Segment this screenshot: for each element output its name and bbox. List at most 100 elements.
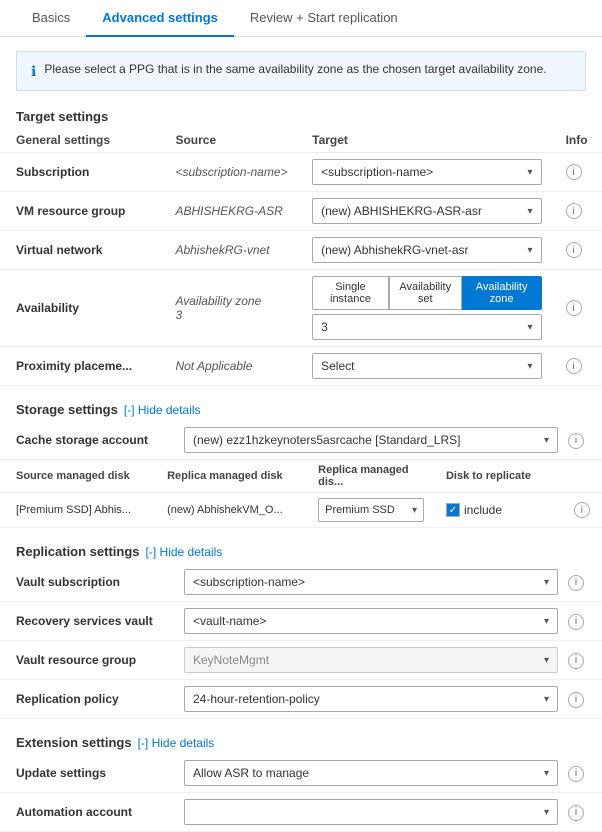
chevron-down-icon: ▾ xyxy=(412,505,417,516)
replication-policy-value: 24-hour-retention-policy xyxy=(193,692,320,706)
info-banner-text: Please select a PPG that is in the same … xyxy=(44,62,546,76)
proximity-value: Select xyxy=(321,359,354,373)
disk-row: [Premium SSD] Abhis... (new) AbhishekVM_… xyxy=(0,493,602,528)
zone-number-value: 3 xyxy=(321,320,328,334)
availability-source-num: 3 xyxy=(175,308,288,322)
table-row-subscription: Subscription <subscription-name> <subscr… xyxy=(0,153,602,192)
tab-basics[interactable]: Basics xyxy=(16,0,86,37)
replication-settings-section: Replication settings [-] Hide details xyxy=(0,536,602,563)
table-row-proximity: Proximity placeme... Not Applicable Sele… xyxy=(0,347,602,386)
table-row-virtual-network: Virtual network AbhishekRG-vnet (new) Ab… xyxy=(0,231,602,270)
disk-type-dropdown[interactable]: Premium SSD ▾ xyxy=(318,498,424,522)
storage-settings-section: Storage settings [-] Hide details xyxy=(0,394,602,421)
subscription-info-icon[interactable]: i xyxy=(566,164,582,180)
zone-number-dropdown[interactable]: 3 ▾ xyxy=(312,314,541,340)
update-settings-info-icon[interactable]: i xyxy=(568,766,584,782)
availability-zone-btn[interactable]: Availability zone xyxy=(462,276,542,310)
replication-policy-dropdown[interactable]: 24-hour-retention-policy ▾ xyxy=(184,686,558,712)
include-checkbox-row: include xyxy=(446,503,552,517)
vnet-dropdown[interactable]: (new) AbhishekRG-vnet-asr ▾ xyxy=(312,237,541,263)
update-settings-row: Update settings Allow ASR to manage ▾ i xyxy=(0,754,602,793)
include-checkbox[interactable] xyxy=(446,503,460,517)
vm-rg-dropdown[interactable]: (new) ABHISHEKRG-ASR-asr ▾ xyxy=(312,198,541,224)
proximity-source: Not Applicable xyxy=(175,359,252,373)
col-source-managed: Source managed disk xyxy=(0,460,151,493)
recovery-services-vault-row: Recovery services vault <vault-name> ▾ i xyxy=(0,602,602,641)
proximity-label: Proximity placeme... xyxy=(16,359,132,373)
subscription-label: Subscription xyxy=(16,165,89,179)
tab-bar: Basics Advanced settings Review + Start … xyxy=(0,0,602,37)
cache-storage-row: Cache storage account (new) ezz1hzkeynot… xyxy=(0,421,602,460)
vm-rg-source: ABHISHEKRG-ASR xyxy=(175,204,282,218)
availability-source: Availability zone 3 xyxy=(175,294,288,322)
disk-source-managed-value: [Premium SSD] Abhis... xyxy=(16,504,131,516)
automation-account-label: Automation account xyxy=(16,805,176,819)
tab-review[interactable]: Review + Start replication xyxy=(234,0,414,37)
availability-type-buttons: Single instance Availability set Availab… xyxy=(312,276,541,310)
vnet-label: Virtual network xyxy=(16,243,102,257)
availability-set-btn[interactable]: Availability set xyxy=(389,276,462,310)
disk-type-value: Premium SSD xyxy=(325,504,395,516)
col-header-info: Info xyxy=(550,128,602,153)
disk-info-icon[interactable]: i xyxy=(574,502,590,518)
vnet-value: (new) AbhishekRG-vnet-asr xyxy=(321,243,468,257)
vnet-info-icon[interactable]: i xyxy=(566,242,582,258)
target-settings-table: General settings Source Target Info Subs… xyxy=(0,128,602,386)
subscription-dropdown[interactable]: <subscription-name> ▾ xyxy=(312,159,541,185)
chevron-down-icon: ▾ xyxy=(528,322,533,333)
update-settings-value: Allow ASR to manage xyxy=(193,766,309,780)
availability-source-zone: Availability zone xyxy=(175,294,288,308)
subscription-value: <subscription-name> xyxy=(321,165,433,179)
info-icon: ℹ xyxy=(31,63,36,80)
vault-subscription-dropdown[interactable]: <subscription-name> ▾ xyxy=(184,569,558,595)
recovery-vault-dropdown[interactable]: <vault-name> ▾ xyxy=(184,608,558,634)
storage-hide-link[interactable]: [-] Hide details xyxy=(124,403,201,417)
vm-rg-value: (new) ABHISHEKRG-ASR-asr xyxy=(321,204,482,218)
replication-policy-row: Replication policy 24-hour-retention-pol… xyxy=(0,680,602,719)
col-header-target: Target xyxy=(296,128,549,153)
cache-storage-info-icon[interactable]: i xyxy=(568,433,584,449)
table-row-vm-resource-group: VM resource group ABHISHEKRG-ASR (new) A… xyxy=(0,192,602,231)
recovery-vault-info-icon[interactable]: i xyxy=(568,614,584,630)
vault-rg-value: KeyNoteMgmt xyxy=(193,653,269,667)
vault-subscription-info-icon[interactable]: i xyxy=(568,575,584,591)
chevron-down-icon: ▾ xyxy=(544,807,549,818)
tab-advanced[interactable]: Advanced settings xyxy=(86,0,234,37)
replication-policy-info-icon[interactable]: i xyxy=(568,692,584,708)
chevron-down-icon: ▾ xyxy=(528,361,533,372)
single-instance-btn[interactable]: Single instance xyxy=(312,276,389,310)
include-label: include xyxy=(464,503,502,517)
proximity-info-icon[interactable]: i xyxy=(566,358,582,374)
chevron-down-icon: ▾ xyxy=(544,577,549,588)
proximity-dropdown[interactable]: Select ▾ xyxy=(312,353,541,379)
chevron-down-icon: ▾ xyxy=(544,655,549,666)
disk-settings-table: Source managed disk Replica managed disk… xyxy=(0,460,602,528)
vault-subscription-row: Vault subscription <subscription-name> ▾… xyxy=(0,563,602,602)
vault-rg-dropdown: KeyNoteMgmt ▾ xyxy=(184,647,558,673)
info-banner: ℹ Please select a PPG that is in the sam… xyxy=(16,51,586,91)
target-settings-header: Target settings xyxy=(0,101,602,128)
chevron-down-icon: ▾ xyxy=(544,768,549,779)
vm-rg-label: VM resource group xyxy=(16,204,125,218)
cache-storage-dropdown[interactable]: (new) ezz1hzkeynoters5asrcache [Standard… xyxy=(184,427,558,453)
col-disk-info xyxy=(558,460,602,493)
table-row-availability: Availability Availability zone 3 Single … xyxy=(0,270,602,347)
vault-resource-group-row: Vault resource group KeyNoteMgmt ▾ i xyxy=(0,641,602,680)
storage-settings-header: Storage settings xyxy=(16,402,118,417)
automation-account-dropdown[interactable]: ▾ xyxy=(184,799,558,825)
vault-rg-info-icon[interactable]: i xyxy=(568,653,584,669)
automation-account-info-icon[interactable]: i xyxy=(568,805,584,821)
update-settings-label: Update settings xyxy=(16,766,176,780)
extension-settings-header: Extension settings xyxy=(16,735,132,750)
availability-info-icon[interactable]: i xyxy=(566,300,582,316)
col-replica-managed: Replica managed disk xyxy=(151,460,302,493)
recovery-vault-label: Recovery services vault xyxy=(16,614,176,628)
vault-rg-label: Vault resource group xyxy=(16,653,176,667)
update-settings-dropdown[interactable]: Allow ASR to manage ▾ xyxy=(184,760,558,786)
chevron-down-icon: ▾ xyxy=(544,616,549,627)
replication-policy-label: Replication policy xyxy=(16,692,176,706)
vm-rg-info-icon[interactable]: i xyxy=(566,203,582,219)
recovery-vault-value: <vault-name> xyxy=(193,614,266,628)
replication-hide-link[interactable]: [-] Hide details xyxy=(146,545,223,559)
extension-hide-link[interactable]: [-] Hide details xyxy=(138,736,215,750)
